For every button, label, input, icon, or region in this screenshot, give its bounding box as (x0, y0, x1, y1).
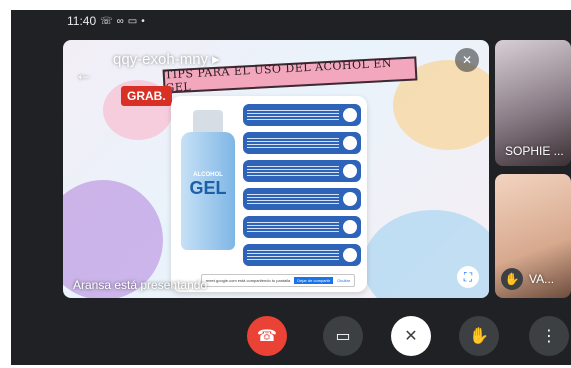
raise-hand-icon: ✋ (469, 328, 489, 345)
whatsapp-icon: ☏ (100, 15, 113, 27)
mic-off-icon: ✕ (404, 328, 418, 345)
raise-hand-button[interactable]: ✋ (459, 316, 499, 356)
hands-icon (343, 192, 357, 206)
dot-icon: • (141, 15, 145, 27)
fullscreen-icon[interactable]: ⛶ (457, 266, 479, 288)
more-vert-icon: ⋮ (541, 328, 557, 345)
shared-slide: ALCOHOL GEL meet.google.com está compart… (171, 96, 367, 292)
participant-name: SOPHIE ... (505, 144, 564, 158)
tip-item (243, 244, 361, 266)
hide-button[interactable]: Ocultar (337, 278, 350, 283)
hands-icon (343, 220, 357, 234)
presentation-tile[interactable]: ← qqy-exoh-mny ▸ ✕ TIPS PARA EL USO DEL … (63, 40, 489, 298)
tip-item (243, 188, 361, 210)
video-icon: ▭ (127, 15, 138, 27)
mic-toggle-button[interactable]: ✕ (391, 316, 431, 356)
meeting-code[interactable]: qqy-exoh-mny ▸ (113, 50, 220, 69)
video-camera-icon: ▭ (335, 328, 351, 345)
tip-item (243, 160, 361, 182)
more-options-button[interactable]: ⋮ (529, 316, 569, 356)
end-call-button[interactable]: ☎ (247, 316, 287, 356)
status-bar: 11:40 ☏ ∞ ▭ • (67, 14, 145, 28)
tip-item (243, 216, 361, 238)
raised-hand-icon: ✋ (501, 268, 523, 290)
mic-off-icon: ✕ (455, 48, 479, 72)
gel-bottle-image: ALCOHOL GEL (181, 132, 235, 250)
pump-cap (193, 110, 223, 132)
call-end-icon: ☎ (257, 328, 277, 345)
tips-list (243, 104, 361, 272)
hands-icon (343, 164, 357, 178)
tip-item (243, 132, 361, 154)
hands-icon (343, 248, 357, 262)
back-arrow-icon[interactable]: ← (75, 64, 93, 85)
screen-share-bar: meet.google.com está compartiendo tu pan… (201, 274, 356, 287)
presenting-label: Aransa está presentando (73, 278, 208, 292)
meet-screen: 11:40 ☏ ∞ ▭ • ← qqy-exoh-mny ▸ ✕ TIPS PA… (11, 10, 571, 365)
tip-item (243, 104, 361, 126)
call-controls: ☎ ▭ ✕ ✋ ⋮ (11, 316, 571, 356)
participant-tile[interactable]: ✋ VA... (495, 174, 571, 298)
voicemail-icon: ∞ (116, 15, 124, 27)
participant-name: VA... (529, 272, 555, 286)
bottle-label-big: GEL (189, 178, 227, 198)
camera-toggle-button[interactable]: ▭ (323, 316, 363, 356)
participant-tile[interactable]: SOPHIE ... (495, 40, 571, 166)
recording-badge: GRAB. (121, 86, 172, 106)
meeting-code-text: qqy-exoh-mny (113, 50, 209, 68)
hands-icon (343, 136, 357, 150)
share-message: meet.google.com está compartiendo tu pan… (206, 278, 291, 283)
hands-icon (343, 108, 357, 122)
stop-sharing-button[interactable]: Dejar de compartir (294, 277, 334, 284)
status-time: 11:40 (67, 14, 97, 28)
